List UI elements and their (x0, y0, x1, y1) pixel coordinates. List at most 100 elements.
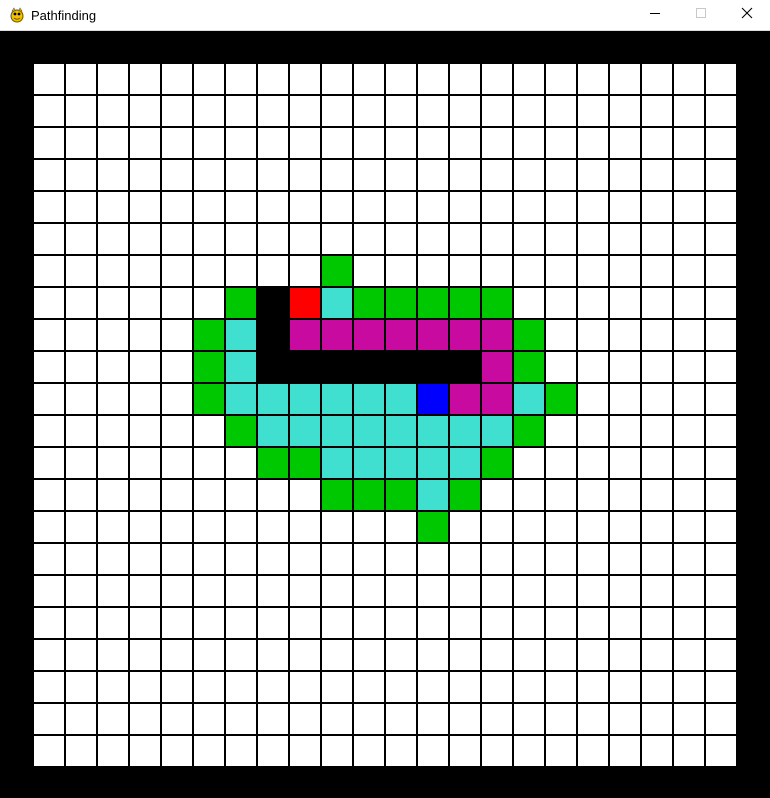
grid-cell-empty[interactable] (97, 223, 129, 255)
grid-cell-empty[interactable] (97, 703, 129, 735)
grid-cell-empty[interactable] (97, 191, 129, 223)
grid-cell-empty[interactable] (673, 351, 705, 383)
grid-cell-empty[interactable] (609, 607, 641, 639)
grid-cell-empty[interactable] (513, 95, 545, 127)
minimize-button[interactable] (632, 0, 678, 30)
grid-cell-empty[interactable] (161, 735, 193, 767)
grid-cell-closed[interactable] (321, 415, 353, 447)
grid-cell-barrier[interactable] (289, 351, 321, 383)
grid-cell-empty[interactable] (289, 191, 321, 223)
grid-cell-empty[interactable] (65, 735, 97, 767)
grid-cell-empty[interactable] (481, 735, 513, 767)
grid-cell-empty[interactable] (673, 575, 705, 607)
grid-cell-empty[interactable] (321, 543, 353, 575)
grid-cell-empty[interactable] (673, 287, 705, 319)
grid-cell-empty[interactable] (65, 607, 97, 639)
grid-cell-empty[interactable] (545, 191, 577, 223)
grid-cell-open[interactable] (385, 479, 417, 511)
grid-cell-empty[interactable] (289, 671, 321, 703)
grid-cell-empty[interactable] (289, 735, 321, 767)
grid-cell-open[interactable] (353, 479, 385, 511)
grid-cell-open[interactable] (417, 511, 449, 543)
grid-cell-empty[interactable] (161, 127, 193, 159)
grid-cell-empty[interactable] (705, 383, 737, 415)
grid-cell-empty[interactable] (321, 63, 353, 95)
grid-cell-empty[interactable] (609, 543, 641, 575)
grid-cell-empty[interactable] (193, 607, 225, 639)
grid-cell-empty[interactable] (97, 575, 129, 607)
grid-cell-empty[interactable] (513, 479, 545, 511)
grid-cell-empty[interactable] (577, 479, 609, 511)
grid-cell-path[interactable] (449, 319, 481, 351)
grid-cell-empty[interactable] (673, 479, 705, 511)
grid-cell-empty[interactable] (673, 383, 705, 415)
grid-cell-empty[interactable] (641, 735, 673, 767)
grid-cell-empty[interactable] (129, 319, 161, 351)
grid-cell-empty[interactable] (161, 511, 193, 543)
grid-cell-empty[interactable] (129, 735, 161, 767)
grid-cell-path[interactable] (481, 319, 513, 351)
grid-cell-empty[interactable] (385, 191, 417, 223)
grid-cell-empty[interactable] (481, 159, 513, 191)
grid-cell-empty[interactable] (609, 383, 641, 415)
grid-cell-empty[interactable] (385, 639, 417, 671)
grid-cell-path[interactable] (481, 351, 513, 383)
grid-cell-empty[interactable] (257, 255, 289, 287)
grid-cell-empty[interactable] (353, 639, 385, 671)
grid-cell-empty[interactable] (161, 63, 193, 95)
grid-cell-empty[interactable] (129, 287, 161, 319)
grid-cell-empty[interactable] (705, 703, 737, 735)
grid-cell-empty[interactable] (705, 607, 737, 639)
grid-cell-empty[interactable] (129, 703, 161, 735)
grid-cell-empty[interactable] (33, 223, 65, 255)
grid-cell-empty[interactable] (545, 703, 577, 735)
grid-cell-empty[interactable] (65, 671, 97, 703)
grid-cell-empty[interactable] (577, 191, 609, 223)
grid-cell-empty[interactable] (577, 671, 609, 703)
grid-cell-empty[interactable] (193, 639, 225, 671)
grid-cell-empty[interactable] (193, 191, 225, 223)
grid-cell-empty[interactable] (257, 223, 289, 255)
grid-cell-empty[interactable] (257, 191, 289, 223)
grid-cell-empty[interactable] (545, 543, 577, 575)
grid-cell-empty[interactable] (33, 159, 65, 191)
grid-cell-empty[interactable] (33, 479, 65, 511)
grid-cell-empty[interactable] (705, 287, 737, 319)
grid-cell-empty[interactable] (577, 95, 609, 127)
grid-cell-empty[interactable] (129, 191, 161, 223)
grid-cell-empty[interactable] (705, 639, 737, 671)
grid-cell-empty[interactable] (33, 63, 65, 95)
grid-cell-empty[interactable] (545, 351, 577, 383)
grid-cell-empty[interactable] (513, 703, 545, 735)
grid-cell-empty[interactable] (705, 127, 737, 159)
grid-cell-empty[interactable] (65, 351, 97, 383)
grid-cell-empty[interactable] (545, 447, 577, 479)
grid-cell-empty[interactable] (289, 479, 321, 511)
grid-cell-empty[interactable] (641, 95, 673, 127)
grid-cell-empty[interactable] (641, 511, 673, 543)
grid-cell-empty[interactable] (481, 191, 513, 223)
grid-cell-empty[interactable] (289, 511, 321, 543)
grid-cell-empty[interactable] (225, 191, 257, 223)
grid-cell-empty[interactable] (129, 63, 161, 95)
grid-cell-empty[interactable] (641, 255, 673, 287)
grid-cell-empty[interactable] (513, 639, 545, 671)
grid-cell-empty[interactable] (545, 415, 577, 447)
grid-cell-empty[interactable] (673, 511, 705, 543)
grid-cell-empty[interactable] (705, 447, 737, 479)
grid-cell-empty[interactable] (65, 415, 97, 447)
grid-cell-empty[interactable] (289, 223, 321, 255)
game-canvas[interactable] (1, 31, 769, 797)
grid-cell-closed[interactable] (353, 415, 385, 447)
grid-cell-empty[interactable] (289, 575, 321, 607)
grid-cell-empty[interactable] (129, 479, 161, 511)
grid-cell-closed[interactable] (513, 383, 545, 415)
grid-cell-empty[interactable] (481, 479, 513, 511)
grid-cell-empty[interactable] (193, 287, 225, 319)
grid-cell-empty[interactable] (385, 543, 417, 575)
grid-cell-empty[interactable] (609, 639, 641, 671)
grid-cell-barrier[interactable] (257, 319, 289, 351)
grid-cell-open[interactable] (193, 319, 225, 351)
grid-cell-empty[interactable] (289, 607, 321, 639)
grid-cell-path[interactable] (449, 383, 481, 415)
